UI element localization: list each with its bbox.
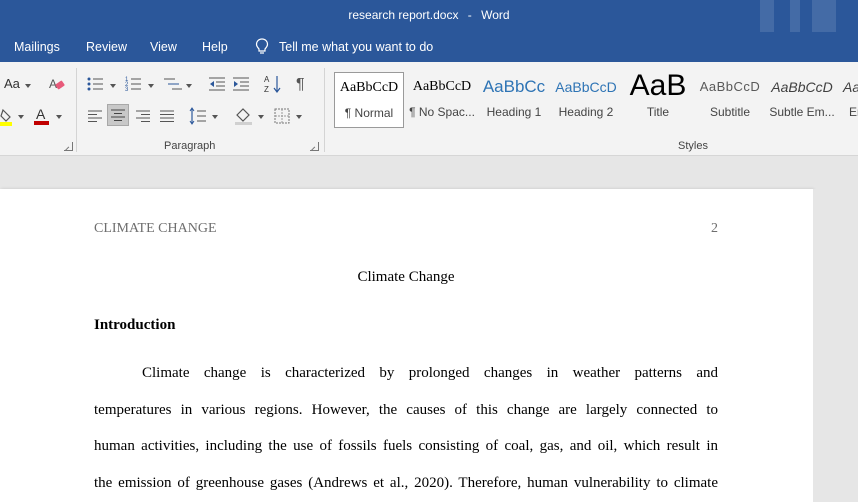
change-case-button[interactable]: Aa bbox=[4, 76, 20, 91]
style-name: Subtle Em... bbox=[769, 105, 835, 119]
svg-text:A: A bbox=[36, 106, 46, 122]
paragraph-group-label: Paragraph bbox=[164, 140, 216, 152]
style-heading-2[interactable]: AaBbCcD Heading 2 bbox=[551, 72, 621, 128]
body-text-line[interactable]: Climate change is characterized by prolo… bbox=[142, 365, 718, 382]
style-name: Title bbox=[646, 105, 670, 119]
style-name: Heading 1 bbox=[486, 105, 542, 119]
style-preview: AaBbCc bbox=[482, 77, 546, 96]
bullets-icon[interactable] bbox=[87, 76, 105, 92]
style-preview: AaBbCcD bbox=[771, 79, 833, 95]
font-color-icon[interactable]: A bbox=[33, 106, 51, 126]
font-dialog-launcher[interactable] bbox=[64, 142, 73, 151]
line-spacing-icon[interactable] bbox=[189, 107, 207, 125]
body-text-line[interactable]: human activities, including the use of f… bbox=[94, 438, 718, 455]
body-text-line[interactable]: temperatures in various regions. However… bbox=[94, 402, 718, 419]
ribbon: Aa A A 1 2 3 A Z ¶ Paragraph AaBbCcD ¶ N… bbox=[0, 62, 858, 156]
style-preview: AaBbCcD bbox=[339, 80, 399, 95]
svg-text:3: 3 bbox=[125, 87, 129, 92]
shading-icon[interactable] bbox=[234, 106, 254, 126]
style-preview: AaB bbox=[629, 72, 687, 102]
svg-text:A: A bbox=[264, 75, 270, 84]
multilevel-caret[interactable] bbox=[186, 84, 192, 88]
borders-caret[interactable] bbox=[296, 115, 302, 119]
align-right-icon[interactable] bbox=[135, 109, 151, 123]
style-normal[interactable]: AaBbCcD ¶ Normal bbox=[334, 72, 404, 128]
style-name: Heading 2 bbox=[558, 105, 614, 119]
align-center-button[interactable] bbox=[107, 104, 129, 126]
line-spacing-caret[interactable] bbox=[212, 115, 218, 119]
align-center-icon bbox=[111, 109, 125, 121]
tell-me-search[interactable]: Tell me what you want to do bbox=[255, 38, 433, 55]
numbering-caret[interactable] bbox=[148, 84, 154, 88]
decrease-indent-icon[interactable] bbox=[208, 76, 226, 92]
style-name: En bbox=[849, 105, 858, 119]
align-left-icon[interactable] bbox=[87, 109, 103, 123]
document-title[interactable]: Climate Change bbox=[94, 269, 718, 286]
sort-icon[interactable]: A Z bbox=[264, 74, 282, 94]
borders-icon[interactable] bbox=[274, 108, 290, 124]
highlight-caret[interactable] bbox=[18, 115, 24, 119]
shading-caret[interactable] bbox=[258, 115, 264, 119]
document-margin-area bbox=[813, 189, 858, 502]
tab-mailings[interactable]: Mailings bbox=[14, 40, 60, 54]
style-name: Subtitle bbox=[709, 105, 751, 119]
change-case-caret[interactable] bbox=[25, 84, 31, 88]
style-name: ¶ No Spac... bbox=[409, 105, 475, 119]
multilevel-list-icon[interactable] bbox=[163, 76, 183, 92]
tab-view[interactable]: View bbox=[150, 40, 177, 54]
svg-text:¶: ¶ bbox=[296, 76, 305, 93]
title-bar: research report.docx - Word bbox=[0, 0, 858, 32]
style-preview: AaBbCcD bbox=[555, 79, 617, 95]
show-formatting-marks-icon[interactable]: ¶ bbox=[296, 75, 310, 93]
font-color-caret[interactable] bbox=[56, 115, 62, 119]
style-preview: AaBbCcD bbox=[843, 79, 858, 95]
increase-indent-icon[interactable] bbox=[232, 76, 250, 92]
justify-icon[interactable] bbox=[159, 109, 175, 123]
style-no-spacing[interactable]: AaBbCcD ¶ No Spac... bbox=[407, 72, 477, 128]
style-subtitle[interactable]: AaBbCcD Subtitle bbox=[695, 72, 765, 128]
style-subtle-emphasis[interactable]: AaBbCcD Subtle Em... bbox=[767, 72, 837, 128]
document-filename: research report.docx bbox=[348, 8, 459, 22]
app-name: Word bbox=[481, 8, 510, 22]
style-preview: AaBbCcD bbox=[699, 79, 761, 94]
svg-text:Z: Z bbox=[264, 85, 269, 94]
svg-text:A: A bbox=[49, 77, 57, 91]
clear-formatting-icon[interactable]: A bbox=[48, 76, 66, 92]
style-title[interactable]: AaB Title bbox=[623, 72, 693, 128]
tell-me-label: Tell me what you want to do bbox=[279, 39, 434, 54]
style-preview: AaBbCcD bbox=[412, 79, 472, 94]
group-separator bbox=[324, 68, 325, 152]
styles-group-label: Styles bbox=[678, 140, 708, 152]
ribbon-tabs: Mailings Review View Help Tell me what y… bbox=[0, 32, 858, 62]
lightbulb-icon bbox=[255, 38, 269, 54]
highlight-color-icon[interactable] bbox=[0, 108, 14, 126]
paragraph-dialog-launcher[interactable] bbox=[310, 142, 319, 151]
title-separator: - bbox=[467, 8, 472, 22]
tab-review[interactable]: Review bbox=[86, 40, 127, 54]
section-heading[interactable]: Introduction bbox=[94, 317, 175, 334]
page-number: 2 bbox=[711, 221, 718, 236]
window-title: research report.docx - Word bbox=[0, 8, 858, 22]
running-head[interactable]: CLIMATE CHANGE bbox=[94, 221, 217, 237]
style-emphasis[interactable]: AaBbCcD En bbox=[839, 72, 858, 128]
style-heading-1[interactable]: AaBbCc Heading 1 bbox=[479, 72, 549, 128]
tab-help[interactable]: Help bbox=[202, 40, 228, 54]
numbering-icon[interactable]: 1 2 3 bbox=[125, 75, 143, 92]
group-separator bbox=[76, 68, 77, 152]
bullets-caret[interactable] bbox=[110, 84, 116, 88]
style-name: ¶ Normal bbox=[344, 106, 394, 120]
body-text-line[interactable]: the emission of greenhouse gases (Andrew… bbox=[94, 475, 718, 492]
